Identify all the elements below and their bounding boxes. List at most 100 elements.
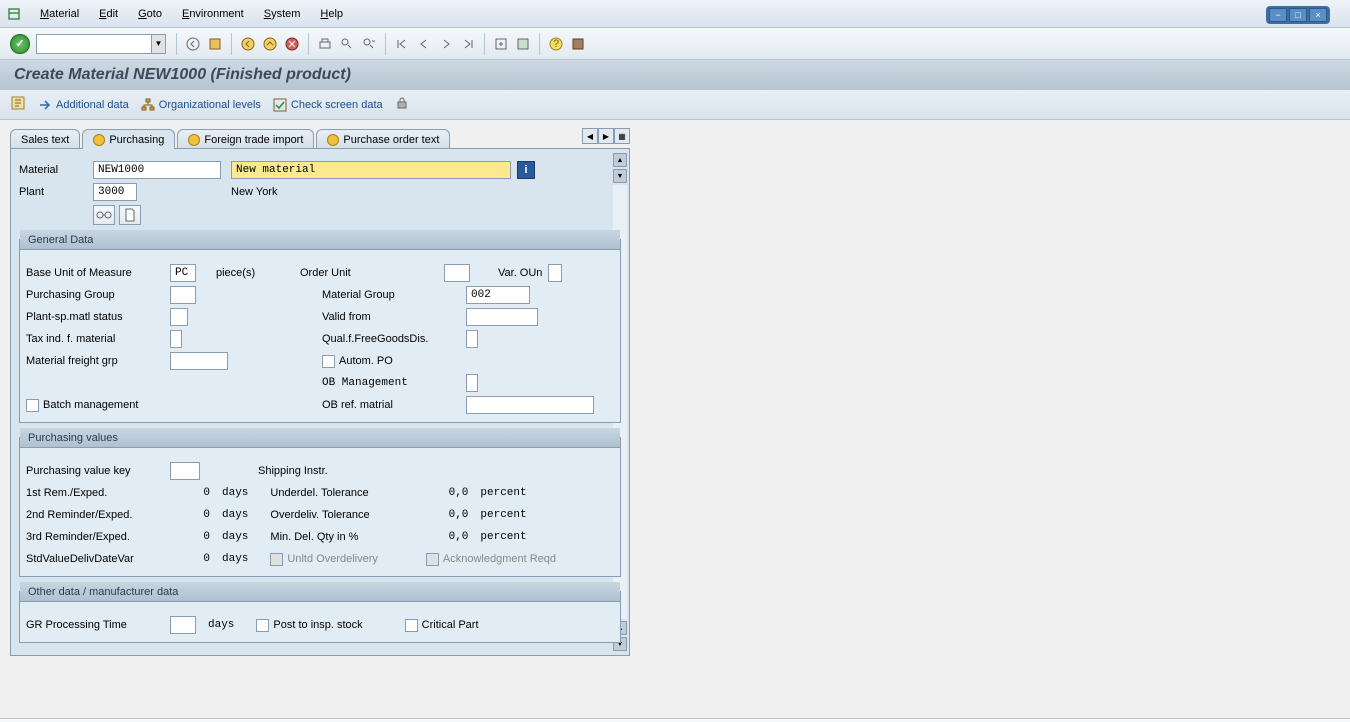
menu-help[interactable]: Help: [310, 4, 353, 24]
tab-foreign-trade[interactable]: Foreign trade import: [177, 129, 314, 149]
customize-button[interactable]: [568, 34, 588, 54]
back-button[interactable]: [183, 34, 203, 54]
menu-material[interactable]: Material: [30, 4, 89, 24]
plant-status-label: Plant-sp.matl status: [26, 311, 170, 323]
order-unit-input[interactable]: [444, 264, 470, 282]
find-next-button[interactable]: [359, 34, 379, 54]
additional-data-link[interactable]: Additional data: [38, 98, 129, 112]
chevron-down-icon[interactable]: ▼: [151, 35, 165, 53]
valid-from-input[interactable]: [466, 308, 538, 326]
next-page-button[interactable]: [436, 34, 456, 54]
scroll-down-button[interactable]: ▼: [613, 169, 627, 183]
lock-icon[interactable]: [395, 96, 409, 113]
menu-system[interactable]: System: [254, 4, 311, 24]
buom-text: piece(s): [216, 267, 278, 279]
arrow-right-icon: [38, 98, 52, 112]
overdel-label: Overdeliv. Tolerance: [270, 509, 428, 521]
help-button[interactable]: ?: [546, 34, 566, 54]
purch-group-input[interactable]: [170, 286, 196, 304]
print-button[interactable]: [315, 34, 335, 54]
underdel-value: 0,0: [428, 487, 468, 499]
ob-mgmt-label: OB Management: [322, 377, 466, 389]
app-toolbar: Additional data Organizational levels Ch…: [0, 90, 1350, 120]
batch-mgmt-checkbox[interactable]: [26, 399, 39, 412]
scroll-up-button[interactable]: ▲: [613, 153, 627, 167]
prev-page-button[interactable]: [414, 34, 434, 54]
standard-toolbar: ✓ ▼ ?: [0, 28, 1350, 60]
mat-group-input[interactable]: [466, 286, 530, 304]
document-icon-button[interactable]: [119, 205, 141, 225]
plant-input[interactable]: [93, 183, 137, 201]
mindel-value: 0,0: [428, 531, 468, 543]
material-desc-input[interactable]: [231, 161, 511, 179]
underdel-label: Underdel. Tolerance: [270, 487, 428, 499]
critical-checkbox[interactable]: [405, 619, 418, 632]
close-button[interactable]: ×: [1309, 8, 1327, 22]
ob-ref-input[interactable]: [466, 396, 594, 414]
std-label: StdValueDelivDateVar: [26, 553, 170, 565]
ob-ref-label: OB ref. matrial: [322, 399, 466, 411]
buom-input[interactable]: [170, 264, 196, 282]
org-levels-link[interactable]: Organizational levels: [141, 98, 261, 112]
unltd-checkbox: [270, 553, 283, 566]
plant-status-input[interactable]: [170, 308, 188, 326]
freight-label: Material freight grp: [26, 355, 170, 367]
info-button[interactable]: i: [517, 161, 535, 179]
valid-from-label: Valid from: [322, 311, 466, 323]
first-page-button[interactable]: [392, 34, 412, 54]
tab-next-button[interactable]: ▶: [598, 128, 614, 144]
rem1-label: 1st Rem./Exped.: [26, 487, 170, 499]
post-insp-checkbox[interactable]: [256, 619, 269, 632]
statusbar: [0, 718, 1350, 722]
layout-button[interactable]: [513, 34, 533, 54]
tab-list-button[interactable]: ▦: [614, 128, 630, 144]
var-oun-input[interactable]: [548, 264, 562, 282]
menu-environment[interactable]: Environment: [172, 4, 254, 24]
tab-prev-button[interactable]: ◀: [582, 128, 598, 144]
menu-goto[interactable]: Goto: [128, 4, 172, 24]
rem3-label: 3rd Reminder/Exped.: [26, 531, 170, 543]
separator: [484, 33, 485, 55]
freight-input[interactable]: [170, 352, 228, 370]
qual-free-input[interactable]: [466, 330, 478, 348]
back-icon[interactable]: [238, 34, 258, 54]
gr-input[interactable]: [170, 616, 196, 634]
var-oun-label: Var. OUn: [498, 267, 542, 279]
ob-mgmt-input[interactable]: [466, 374, 478, 392]
up-icon[interactable]: [260, 34, 280, 54]
days-unit: days: [208, 619, 234, 631]
find-button[interactable]: [337, 34, 357, 54]
tabstrip: Sales text Purchasing Foreign trade impo…: [10, 128, 630, 148]
autom-po-checkbox[interactable]: [322, 355, 335, 368]
post-insp-label: Post to insp. stock: [273, 619, 362, 631]
last-page-button[interactable]: [458, 34, 478, 54]
command-field[interactable]: ▼: [36, 34, 166, 54]
new-session-button[interactable]: [491, 34, 511, 54]
percent-unit: percent: [480, 487, 526, 499]
tab-sales-text[interactable]: Sales text: [10, 129, 80, 149]
pvk-label: Purchasing value key: [26, 465, 170, 477]
cancel-button[interactable]: [282, 34, 302, 54]
buom-label: Base Unit of Measure: [26, 267, 170, 279]
menu-edit[interactable]: Edit: [89, 4, 128, 24]
tab-status-icon: [327, 134, 339, 146]
tab-status-icon: [93, 134, 105, 146]
glasses-icon-button[interactable]: [93, 205, 115, 225]
rem1-value: 0: [170, 487, 210, 499]
tax-ind-input[interactable]: [170, 330, 182, 348]
enter-button[interactable]: ✓: [10, 34, 30, 54]
purchasing-values-group: Purchasing values Purchasing value key S…: [19, 437, 621, 577]
pvk-input[interactable]: [170, 462, 200, 480]
material-input[interactable]: [93, 161, 221, 179]
save-button[interactable]: [205, 34, 225, 54]
material-label: Material: [19, 164, 93, 176]
order-unit-label: Order Unit: [300, 267, 444, 279]
maximize-button[interactable]: □: [1289, 8, 1307, 22]
tab-purchase-order-text[interactable]: Purchase order text: [316, 129, 450, 149]
unltd-label: Unltd Overdelivery: [287, 553, 377, 565]
tab-purchasing[interactable]: Purchasing: [82, 129, 175, 149]
minimize-button[interactable]: −: [1269, 8, 1287, 22]
general-data-title: General Data: [20, 230, 620, 250]
check-screen-link[interactable]: Check screen data: [273, 98, 383, 112]
days-unit: days: [222, 487, 248, 499]
